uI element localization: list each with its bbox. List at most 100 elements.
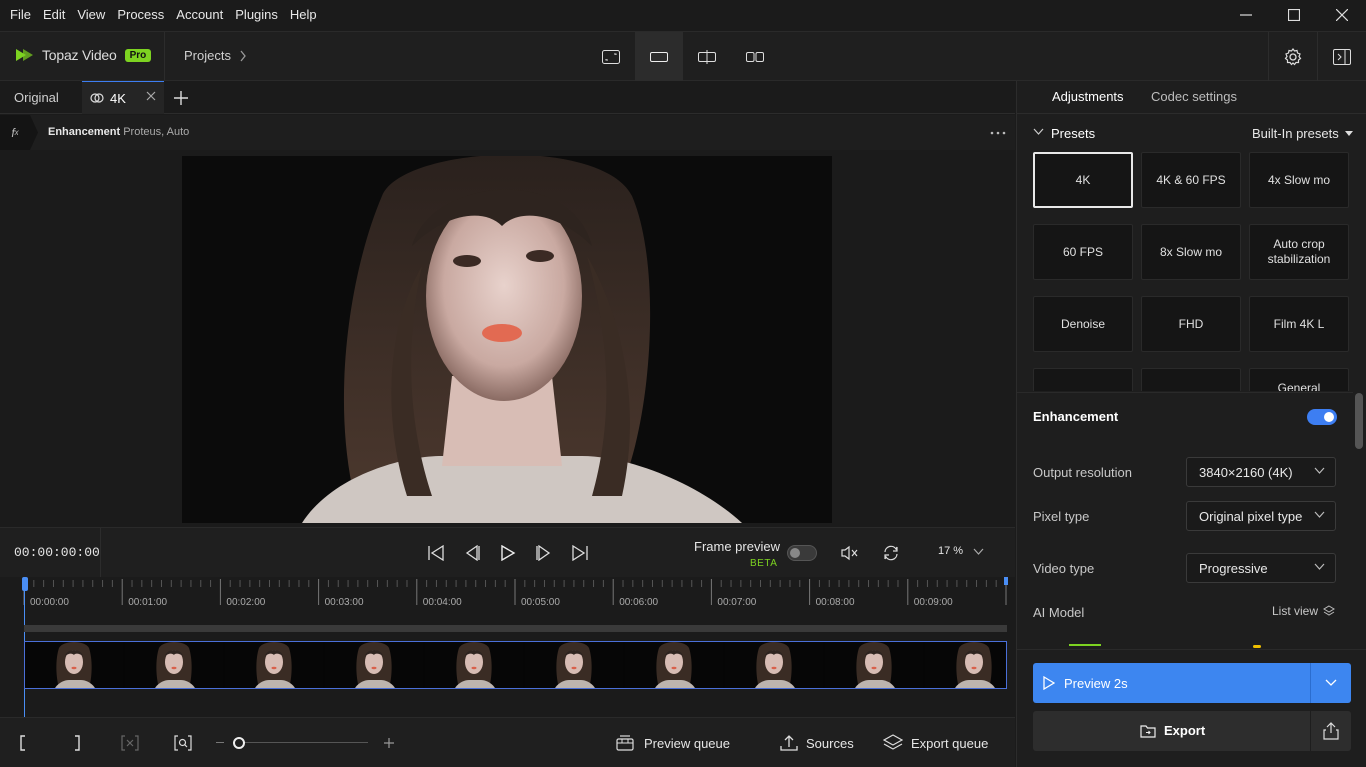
divider — [164, 32, 165, 82]
chevron-right-icon — [240, 50, 246, 61]
topaz-logo-icon — [16, 49, 33, 61]
menu-bar: File Edit View Process Account Plugins H… — [0, 0, 1366, 30]
chevron-down-icon[interactable] — [973, 548, 984, 556]
video-type-label: Video type — [1033, 561, 1095, 576]
preset-card[interactable]: 60 FPS — [1033, 224, 1133, 280]
preset-card[interactable]: Auto crop stabilization — [1249, 224, 1349, 280]
minimize-button[interactable] — [1222, 0, 1270, 30]
play-button[interactable] — [495, 540, 521, 566]
add-tab-button[interactable] — [170, 87, 192, 109]
enhancement-summary[interactable]: Enhancement Proteus, Auto — [48, 126, 189, 138]
video-frame[interactable] — [182, 156, 832, 523]
fit-view-icon — [602, 50, 620, 64]
sources-button[interactable]: Sources — [780, 732, 854, 754]
output-resolution-select[interactable]: 3840×2160 (4K) — [1186, 457, 1336, 487]
preset-card[interactable]: General — [1249, 368, 1349, 391]
presets-source-dropdown[interactable]: Built-In presets — [1252, 126, 1353, 141]
frame-preview-toggle[interactable] — [787, 545, 817, 561]
range-bar[interactable] — [24, 625, 1007, 632]
zoom-out-icon[interactable] — [216, 742, 224, 743]
zoom-in-icon[interactable] — [384, 738, 394, 748]
menu-view[interactable]: View — [71, 0, 111, 30]
menu-file[interactable]: File — [0, 0, 37, 30]
tab-4k[interactable]: 4K — [82, 81, 164, 114]
menu-process[interactable]: Process — [111, 0, 170, 30]
out-point-marker[interactable] — [1004, 577, 1008, 585]
zoom-slider-handle[interactable] — [233, 737, 245, 749]
chevron-down-icon[interactable] — [1033, 128, 1044, 136]
tick-label: 00:09:00 — [913, 597, 953, 608]
export-button[interactable]: Export — [1033, 711, 1351, 751]
tab-codec-settings[interactable]: Codec settings — [1151, 89, 1237, 104]
preset-card[interactable]: Denoise — [1033, 296, 1133, 352]
play-icon — [501, 545, 516, 561]
pixel-type-value: Original pixel type — [1199, 508, 1303, 524]
close-tab-icon[interactable] — [146, 91, 156, 101]
zoom-level[interactable]: 17 % — [938, 545, 963, 557]
playhead-handle[interactable] — [22, 577, 28, 591]
previous-frame-button[interactable] — [459, 540, 485, 566]
set-out-point-button[interactable] — [72, 732, 82, 754]
tick-label: 00:06:00 — [619, 597, 659, 608]
go-to-start-button[interactable] — [423, 540, 449, 566]
video-type-select[interactable]: Progressive — [1186, 553, 1336, 583]
share-icon[interactable] — [1323, 722, 1339, 740]
close-icon — [1336, 9, 1348, 21]
export-queue-label: Export queue — [911, 735, 989, 751]
set-in-point-button[interactable] — [18, 732, 28, 754]
preset-card[interactable] — [1033, 368, 1133, 391]
breadcrumb[interactable]: Projects — [184, 48, 247, 63]
presets-title[interactable]: Presets — [1051, 126, 1095, 141]
menu-account[interactable]: Account — [170, 0, 229, 30]
export-queue-button[interactable]: Export queue — [883, 732, 988, 754]
layers-icon — [1323, 605, 1335, 616]
view-split-button[interactable] — [683, 32, 731, 82]
preset-card[interactable]: FHD — [1141, 296, 1241, 352]
preset-card[interactable] — [1141, 368, 1241, 391]
preset-card[interactable]: 8x Slow mo — [1141, 224, 1241, 280]
tick-label: 00:07:00 — [717, 597, 757, 608]
loop-button[interactable] — [878, 540, 904, 566]
timeline[interactable]: 00:00:00 00:01:00 00:02:00 00:03:00 00:04:00… — [0, 577, 1015, 717]
chevron-down-icon — [1314, 467, 1325, 474]
preset-card[interactable]: Film 4K L — [1249, 296, 1349, 352]
settings-button[interactable] — [1269, 32, 1317, 82]
close-window-button[interactable] — [1318, 0, 1366, 30]
go-to-end-button[interactable] — [567, 540, 593, 566]
view-side-by-side-button[interactable] — [731, 32, 779, 82]
film-thumbnail — [225, 642, 323, 688]
toggle-panel-button[interactable] — [1318, 32, 1366, 82]
tab-adjustments[interactable]: Adjustments — [1052, 89, 1124, 104]
minimize-icon — [1240, 14, 1252, 16]
preset-card[interactable]: 4K — [1033, 152, 1133, 208]
mute-button[interactable] — [836, 540, 862, 566]
video-viewer[interactable] — [0, 150, 1015, 527]
next-frame-button[interactable] — [531, 540, 557, 566]
preset-card[interactable]: 4K & 60 FPS — [1141, 152, 1241, 208]
chevron-down-icon[interactable] — [1325, 679, 1337, 687]
enhancement-toggle[interactable] — [1307, 409, 1337, 425]
clear-range-icon — [121, 735, 139, 751]
list-view-button[interactable]: List view — [1272, 604, 1335, 618]
view-single-button[interactable] — [635, 32, 683, 82]
menu-help[interactable]: Help — [284, 0, 323, 30]
more-options-icon[interactable] — [990, 131, 1006, 135]
menu-edit[interactable]: Edit — [37, 0, 71, 30]
preview-button[interactable]: Preview 2s — [1033, 663, 1351, 703]
zoom-slider-track[interactable] — [238, 742, 368, 743]
maximize-button[interactable] — [1270, 0, 1318, 30]
preset-card[interactable]: 4x Slow mo — [1249, 152, 1349, 208]
scrollbar-thumb[interactable] — [1355, 393, 1363, 449]
film-thumbnail — [425, 642, 523, 688]
tab-original[interactable]: Original — [0, 81, 82, 114]
clear-range-button[interactable] — [121, 732, 139, 754]
breadcrumb-projects[interactable]: Projects — [184, 48, 231, 63]
fx-icon[interactable]: fx — [0, 115, 30, 150]
pixel-type-select[interactable]: Original pixel type — [1186, 501, 1336, 531]
menu-plugins[interactable]: Plugins — [229, 0, 284, 30]
video-track[interactable] — [24, 641, 1007, 689]
transport-bar: 00:00:00:00 Frame preview BETA 17 % — [0, 527, 1015, 578]
preview-queue-button[interactable]: Preview queue — [616, 732, 730, 754]
view-fit-button[interactable] — [587, 32, 635, 82]
zoom-to-fit-button[interactable] — [174, 732, 192, 754]
